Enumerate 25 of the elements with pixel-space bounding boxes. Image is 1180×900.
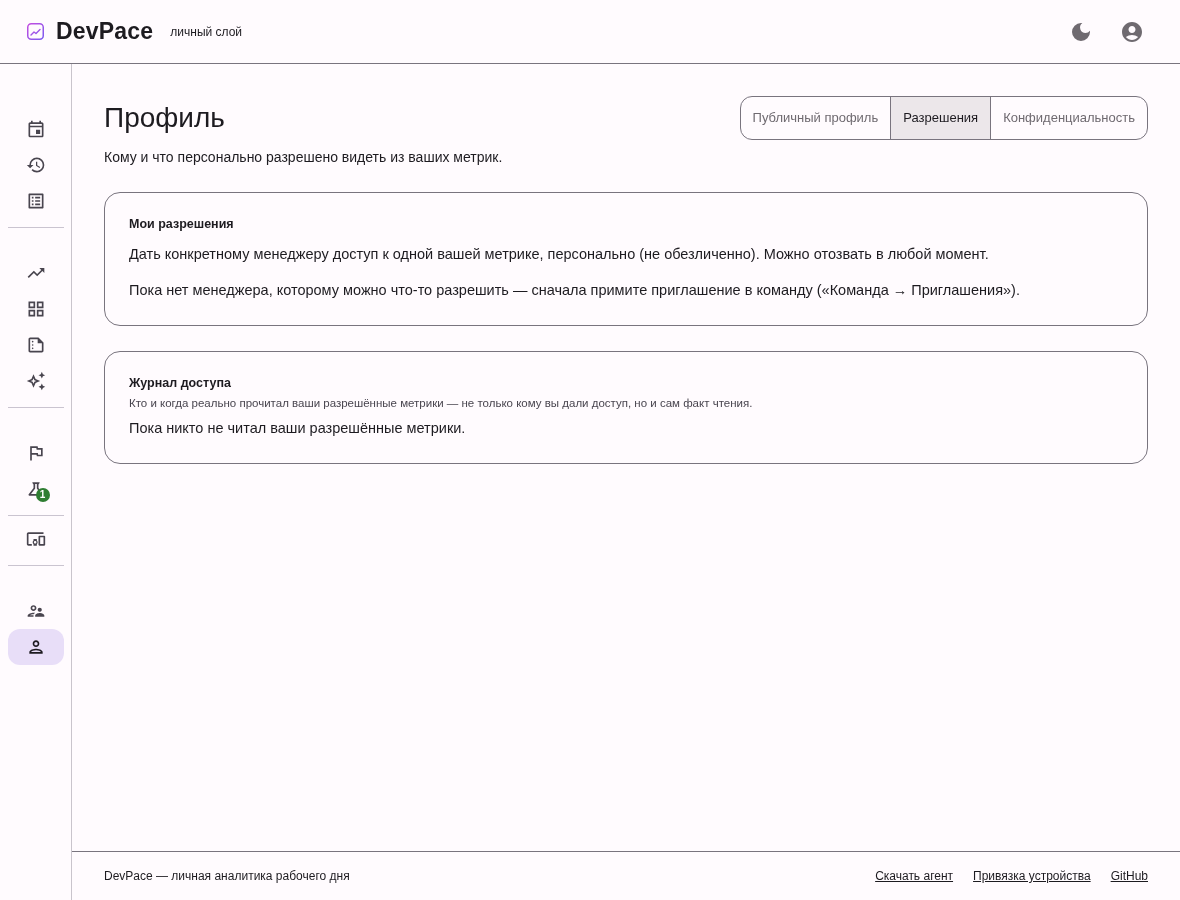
- card-title: Мои разрешения: [129, 216, 235, 232]
- card-text: Пока никто не читал ваши разрешённые метрики.: [129, 419, 467, 438]
- tab[interactable]: Разрешения: [890, 97, 991, 139]
- card-title: Журнал доступа: [129, 375, 232, 391]
- tab[interactable]: Конфиденциальность: [990, 97, 1147, 139]
- app-subtitle: личный слой: [170, 23, 243, 41]
- card-caption: Кто и когда реально прочитал ваши разрешённые метрики — не только кому вы дали доступ, но и сам факт чтения.: [129, 396, 754, 411]
- count-badge: 1: [35, 488, 50, 502]
- page-title: Профиль: [104, 101, 225, 135]
- card-text: Дать конкретному менеджеру доступ к одной вашей метрике, персонально (не обезличенно). Можно отозвать в любой момент.: [129, 245, 990, 264]
- account-icon[interactable]: [1120, 19, 1144, 44]
- chart-logo-icon: [27, 23, 44, 40]
- card-text: Пока нет менеджера, которому можно что-то разрешить — сначала примите приглашение в команду («Команда → Приглашения»).: [129, 281, 1021, 300]
- tab[interactable]: Публичный профиль: [740, 97, 891, 139]
- footer-link[interactable]: Скачать агент: [875, 867, 954, 885]
- footer-link[interactable]: Привязка устройства: [973, 867, 1091, 885]
- sparkle-icon: [25, 371, 46, 391]
- nav-item[interactable]: [7, 629, 64, 665]
- nav-item[interactable]: 1: [7, 471, 64, 507]
- history-icon: [25, 155, 46, 175]
- footer-link[interactable]: GitHub: [1110, 867, 1148, 885]
- devices-icon: [25, 529, 46, 549]
- app-name: DevPace: [56, 17, 154, 47]
- page-description: Кому и что персонально разрешено видеть из ваших метрик.: [104, 148, 504, 167]
- footer-text: DevPace — личная аналитика рабочего дня: [104, 868, 350, 885]
